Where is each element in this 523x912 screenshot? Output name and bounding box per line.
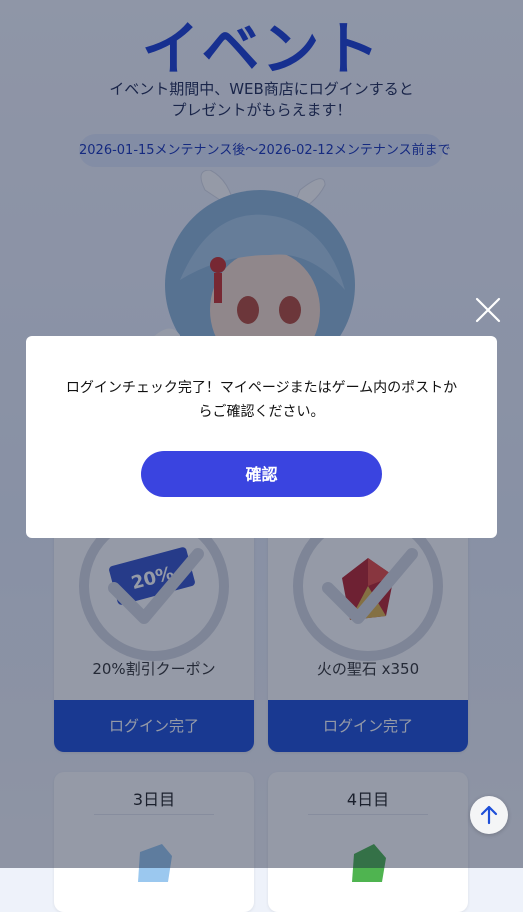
arrow-up-icon bbox=[480, 805, 498, 825]
confirm-button[interactable]: 確認 bbox=[141, 451, 382, 497]
login-check-dialog: ログインチェック完了！マイページまたはゲーム内のポストか らご確認ください。 確… bbox=[26, 336, 497, 538]
dialog-message-line-1: ログインチェック完了！マイページまたはゲーム内のポストか bbox=[65, 380, 458, 396]
scroll-to-top-button[interactable] bbox=[470, 796, 508, 834]
dialog-message-line-2: らご確認ください。 bbox=[198, 404, 325, 420]
dialog-message: ログインチェック完了！マイページまたはゲーム内のポストか らご確認ください。 bbox=[46, 376, 477, 424]
close-icon[interactable] bbox=[474, 296, 502, 324]
event-page: イベント イベント期間中、WEB商店にログインすると プレゼントがもらえます！ … bbox=[0, 0, 523, 912]
